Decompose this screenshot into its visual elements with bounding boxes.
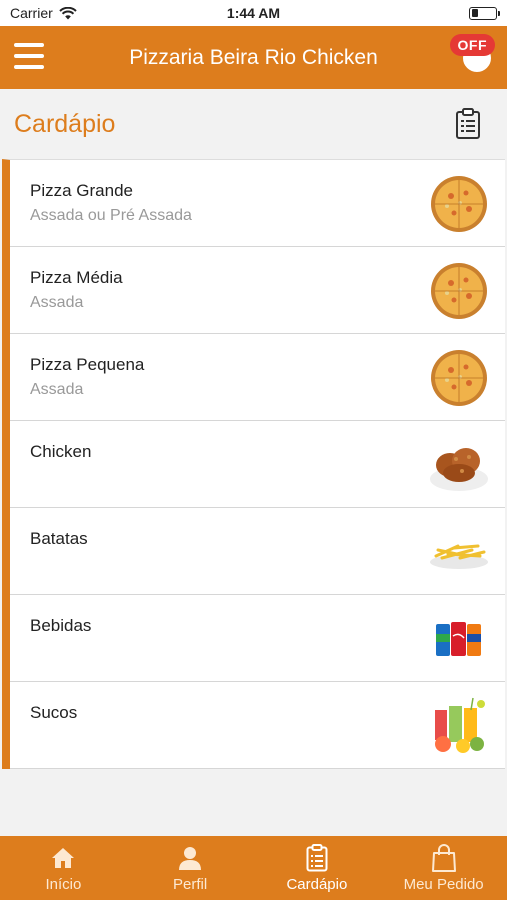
pizza-image — [427, 172, 491, 236]
clipboard-icon — [303, 844, 331, 872]
menu-item-pizza-pequena[interactable]: Pizza Pequena Assada — [10, 334, 505, 421]
soda-cans-image — [427, 607, 491, 671]
pizza-image — [427, 346, 491, 410]
home-icon — [49, 844, 77, 872]
status-left: Carrier — [10, 5, 77, 21]
menu-list: Pizza Grande Assada ou Pré Assada Pizza … — [2, 159, 505, 769]
menu-item-pizza-grande[interactable]: Pizza Grande Assada ou Pré Assada — [10, 160, 505, 247]
menu-item-title: Sucos — [30, 703, 78, 722]
page-header: Cardápio — [0, 89, 507, 159]
juice-image — [427, 694, 491, 758]
clipboard-icon — [456, 108, 480, 139]
menu-item-chicken[interactable]: Chicken — [10, 421, 505, 508]
wifi-icon — [59, 6, 77, 19]
nav-bar: Pizzaria Beira Rio Chicken OFF — [0, 26, 507, 89]
battery-icon — [469, 6, 500, 20]
menu-item-subtitle: Assada ou Pré Assada — [30, 207, 192, 224]
shopping-bag-icon — [430, 844, 458, 872]
menu-item-bebidas[interactable]: Bebidas — [10, 595, 505, 682]
tab-meu-pedido[interactable]: Meu Pedido — [380, 836, 507, 900]
page-title: Cardápio — [14, 109, 116, 138]
app-title: Pizzaria Beira Rio Chicken — [129, 45, 378, 69]
off-badge: OFF — [449, 34, 495, 56]
tab-inicio[interactable]: Início — [0, 836, 127, 900]
menu-item-title: Pizza Pequena — [30, 355, 145, 374]
person-icon — [176, 844, 204, 872]
store-status-button[interactable]: OFF — [443, 32, 495, 84]
menu-item-title: Bebidas — [30, 616, 92, 635]
status-bar: Carrier 1:44 AM — [0, 0, 507, 26]
tab-perfil[interactable]: Perfil — [127, 836, 254, 900]
menu-item-pizza-media[interactable]: Pizza Média Assada — [10, 247, 505, 334]
tab-label: Meu Pedido — [403, 876, 484, 893]
menu-item-title: Pizza Grande — [30, 181, 133, 200]
carrier-label: Carrier — [10, 5, 53, 21]
tab-label: Cardápio — [286, 876, 348, 893]
tab-cardapio[interactable]: Cardápio — [254, 836, 381, 900]
pizza-image — [427, 259, 491, 323]
menu-item-subtitle: Assada — [30, 381, 84, 398]
hamburger-menu-button[interactable] — [14, 43, 44, 69]
order-clipboard-button[interactable] — [451, 104, 485, 144]
chicken-image — [427, 433, 491, 497]
tab-label: Início — [45, 876, 82, 893]
tab-label: Perfil — [173, 876, 208, 893]
menu-item-title: Pizza Média — [30, 268, 123, 287]
tab-bar: Início Perfil Cardápio Meu Pedido — [0, 836, 507, 900]
menu-item-subtitle: Assada — [30, 294, 84, 311]
menu-item-title: Batatas — [30, 529, 88, 548]
fries-image — [427, 520, 491, 584]
menu-item-batatas[interactable]: Batatas — [10, 508, 505, 595]
menu-item-sucos[interactable]: Sucos — [10, 682, 505, 769]
menu-item-title: Chicken — [30, 442, 92, 461]
